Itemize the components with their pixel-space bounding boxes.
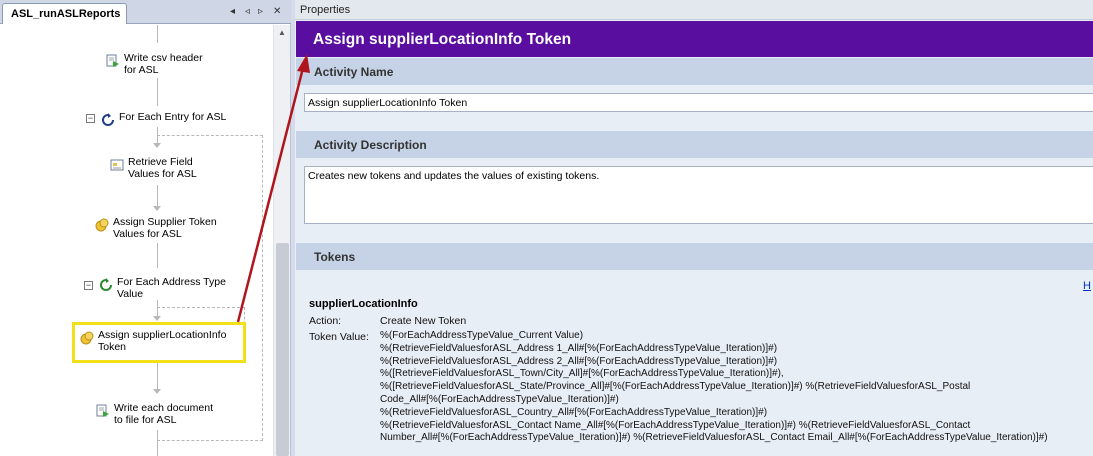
collapse-toggle[interactable]: − [86, 114, 95, 123]
activity-label: For Each Entry for ASL [119, 111, 227, 123]
workflow-canvas[interactable]: Write csv header for ASL − For Each Entr… [0, 25, 273, 456]
activity-label: Values for ASL [128, 168, 197, 180]
activity-label: Retrieve Field [128, 156, 193, 168]
activity-label: Write csv header [124, 52, 203, 64]
token-value-line: %(ForEachAddressTypeValue_Current Value) [380, 330, 584, 341]
activity-label: to file for ASL [114, 414, 177, 426]
activity-label: For Each Address Type [117, 276, 226, 288]
loop-icon [100, 278, 112, 291]
activity-name-section: Assign supplierLocationInfo Token [296, 85, 1093, 131]
activity-for-each-address-type[interactable]: For Each Address Type Value [99, 276, 226, 300]
token-value-line: %(RetrieveFieldValuesforASL_Country_All#… [380, 406, 768, 418]
scrollbar-thumb[interactable] [276, 243, 289, 456]
activity-description-section: Creates new tokens and updates the value… [296, 158, 1093, 243]
close-tab-icon[interactable]: ✕ [273, 6, 281, 17]
token-icon [95, 218, 109, 232]
token-name: supplierLocationInfo [309, 298, 418, 310]
properties-panel-header: Properties [295, 0, 1093, 20]
collapse-toggle[interactable]: − [84, 281, 93, 290]
selected-activity-highlight [72, 322, 246, 363]
connector [157, 25, 158, 43]
token-action-label: Action: [309, 315, 342, 327]
tab-asl-run-asl-reports[interactable]: ASL_runASLReports [2, 3, 127, 24]
properties-panel: Properties Assign supplierLocationInfo T… [295, 0, 1093, 456]
activity-label: Value [117, 288, 144, 300]
activity-label: Values for ASL [113, 228, 182, 240]
activity-write-csv-header[interactable]: Write csv header for ASL [106, 52, 203, 76]
token-value-line: %(RetrieveFieldValuesforASL_Address 1_Al… [380, 342, 778, 354]
loop-icon [102, 113, 114, 126]
activity-label: Assign Supplier Token [113, 216, 217, 228]
activity-write-each-document[interactable]: Write each document to file for ASL [96, 402, 213, 426]
scroll-tabs-left-icon[interactable]: ◃ [245, 6, 250, 17]
activity-label: Write each document [114, 402, 214, 414]
help-link[interactable]: H [1083, 280, 1091, 292]
token-value-line: Code_All#[%(ForEachAddressTypeValue_Iter… [380, 393, 619, 405]
activity-retrieve-field-values[interactable]: Retrieve Field Values for ASL [110, 156, 197, 180]
activity-name-field[interactable]: Assign supplierLocationInfo Token [304, 93, 1093, 112]
token-value-line: %([RetrieveFieldValuesforASL_State/Provi… [380, 381, 971, 393]
activity-description-field[interactable]: Creates new tokens and updates the value… [304, 166, 1093, 224]
token-value-line: %([RetrieveFieldValuesforASL_Town/City_A… [380, 368, 784, 380]
token-value-label: Token Value: [309, 331, 369, 343]
token-value-line: %(RetrieveFieldValuesforASL_Contact Name… [380, 419, 971, 431]
connector [157, 78, 158, 106]
activity-for-each-entry[interactable]: For Each Entry for ASL [101, 111, 226, 127]
tokens-section-header: Tokens [296, 243, 1093, 270]
token-action-value: Create New Token [380, 315, 467, 327]
activity-label: for ASL [124, 64, 159, 76]
token-value-line: Number_All#[%(ForEachAddressTypeValue_It… [380, 432, 1048, 444]
tab-list-dropdown-icon[interactable]: ◂ [230, 6, 235, 17]
token-value-line: %(RetrieveFieldValuesforASL_Address 2_Al… [380, 355, 778, 367]
document-write-icon [96, 404, 109, 417]
retrieve-fields-icon [110, 159, 124, 171]
activity-name-section-header: Activity Name [296, 58, 1093, 85]
workflow-panel: ASL_runASLReports ◂ ◃ ▹ ✕ Write csv head… [0, 0, 291, 456]
document-write-icon [106, 54, 119, 67]
scroll-tabs-right-icon[interactable]: ▹ [258, 6, 263, 17]
token-value-text: %(ForEachAddressTypeValue_Current Value)… [380, 330, 1048, 445]
activity-assign-supplier-token[interactable]: Assign Supplier Token Values for ASL [95, 216, 217, 240]
activity-description-section-header: Activity Description [296, 131, 1093, 158]
workflow-vertical-scrollbar[interactable]: ▲ [273, 25, 290, 456]
properties-title: Assign supplierLocationInfo Token [296, 21, 1093, 57]
scroll-up-arrow-icon[interactable]: ▲ [278, 28, 286, 37]
document-tab-strip: ASL_runASLReports ◂ ◃ ▹ ✕ [0, 0, 291, 24]
